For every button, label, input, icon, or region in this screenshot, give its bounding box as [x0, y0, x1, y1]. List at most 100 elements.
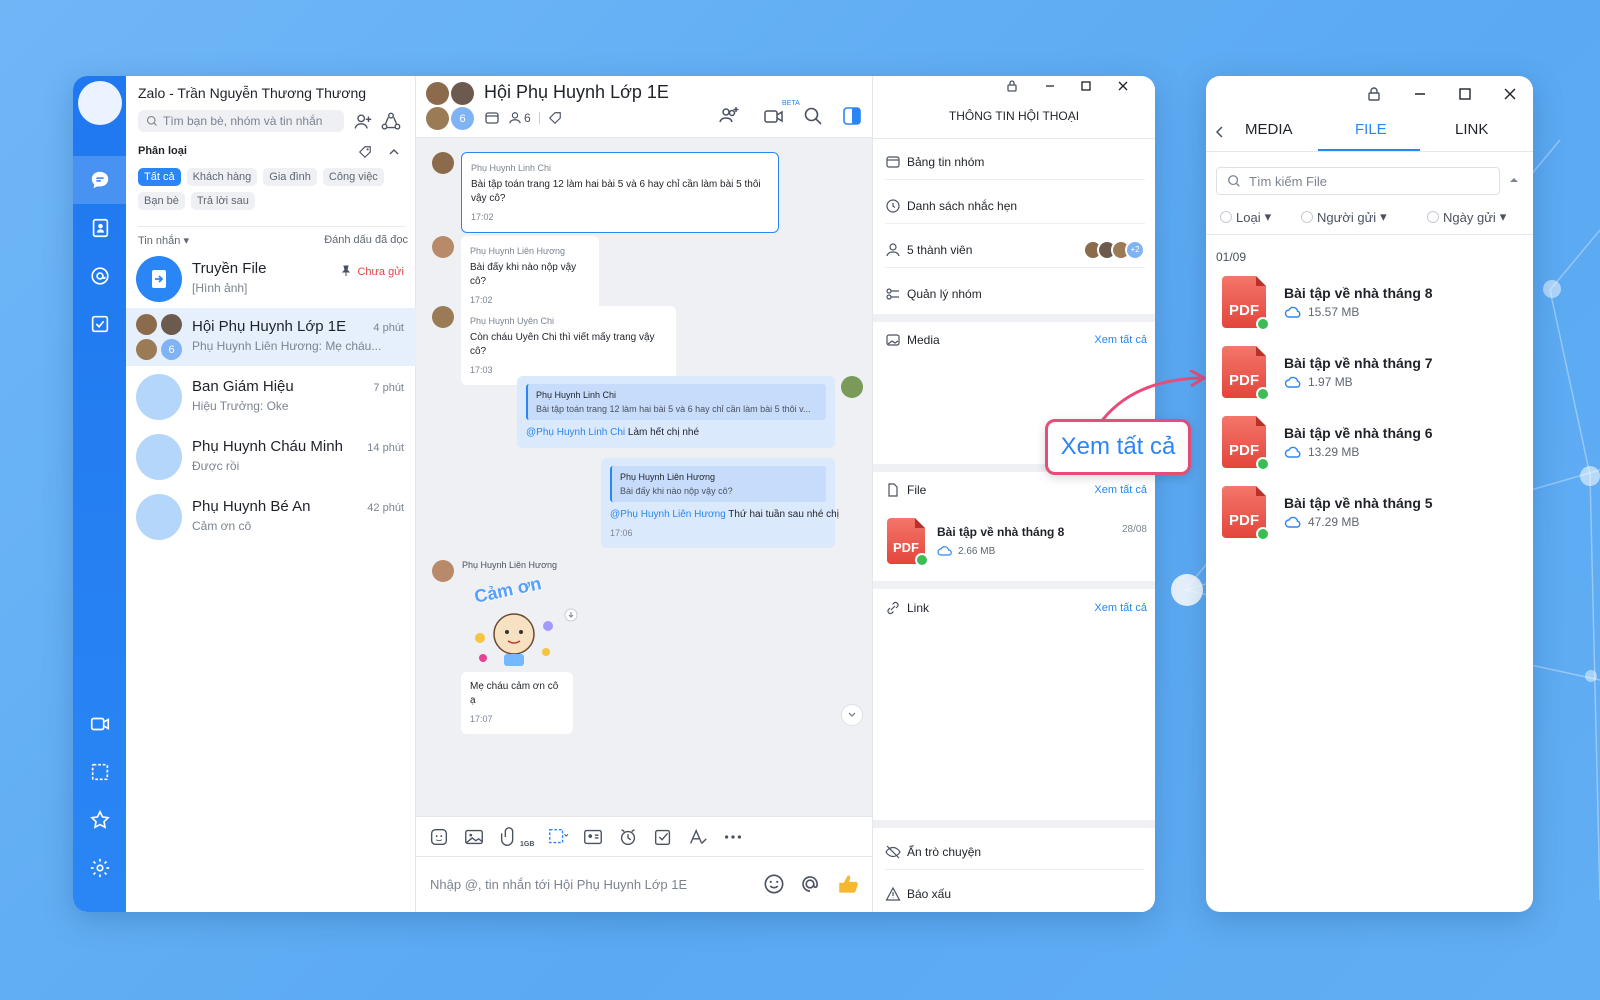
attach-file-button[interactable]: 1GB — [498, 826, 534, 848]
conversation-item-be-an[interactable]: Phụ Huynh Bé An Cảm ơn cô 42 phút — [126, 488, 416, 546]
tab-media[interactable]: MEDIA — [1245, 121, 1293, 138]
app-title: Zalo - Trần Nguyễn Thương Thương — [138, 85, 367, 101]
quoted-message[interactable]: Phụ Huynh Liên Hương Bài đấy khi nào nộp… — [610, 466, 826, 502]
reminder-list-row[interactable]: Danh sách nhắc hẹn — [885, 188, 1145, 224]
group-board-icon[interactable] — [484, 110, 500, 126]
group-management-row[interactable]: Quản lý nhóm — [885, 276, 1145, 312]
message-bubble[interactable]: Phụ Huynh Linh Chi Bài tập toán trang 12… — [461, 152, 779, 233]
text-format-icon[interactable] — [687, 826, 709, 848]
tag-settings-icon[interactable] — [358, 145, 372, 159]
my-reply-bubble[interactable]: Phụ Huynh Linh Chi Bài tập toán trang 12… — [517, 376, 835, 448]
search-input[interactable]: Tìm bạn bè, nhóm và tin nhắn — [138, 110, 344, 132]
sticker-icon[interactable] — [428, 826, 450, 848]
download-icon[interactable] — [564, 608, 578, 622]
file-list-item[interactable]: PDF Bài tập về nhà tháng 6 13.29 MB — [1222, 412, 1522, 472]
link-see-all-link[interactable]: Xem tất cả — [1094, 602, 1147, 614]
tab-link[interactable]: LINK — [1455, 121, 1488, 138]
conversation-item-group-1e[interactable]: 6 Hội Phụ Huynh Lớp 1E Phụ Huynh Liên Hư… — [126, 308, 416, 366]
file-list-item[interactable]: PDF Bài tập về nhà tháng 7 1.97 MB — [1222, 342, 1522, 402]
mention-link[interactable]: @Phụ Huynh Liên Hương — [610, 509, 726, 520]
collapse-up-icon[interactable] — [1508, 174, 1520, 186]
back-chevron-icon[interactable] — [1212, 124, 1228, 140]
messages-filter-dropdown[interactable]: Tin nhắn ▾ — [138, 234, 189, 247]
image-icon[interactable] — [463, 826, 485, 848]
favorites-nav-button[interactable] — [73, 796, 126, 844]
group-avatar[interactable]: 6 — [426, 82, 474, 130]
chip-friends[interactable]: Bạn bè — [138, 192, 185, 210]
mentions-nav-button[interactable] — [73, 252, 126, 300]
hide-chat-row[interactable]: Ẩn trò chuyện — [885, 834, 1145, 870]
toggle-info-panel-icon[interactable] — [840, 104, 864, 128]
close-icon[interactable] — [1500, 84, 1520, 104]
emoji-icon[interactable] — [761, 871, 787, 897]
sender-avatar[interactable] — [432, 236, 454, 258]
tag-icon[interactable] — [548, 111, 562, 125]
maximize-icon[interactable] — [1455, 84, 1475, 104]
lock-icon[interactable] — [1364, 84, 1384, 104]
chat-title: Hội Phụ Huynh Lớp 1E — [484, 82, 669, 102]
chip-customers[interactable]: Khách hàng — [186, 168, 258, 186]
user-avatar[interactable] — [78, 81, 122, 125]
quoted-message[interactable]: Phụ Huynh Linh Chi Bài tập toán trang 12… — [526, 384, 826, 420]
lock-icon[interactable] — [1005, 79, 1019, 93]
settings-nav-button[interactable] — [73, 844, 126, 892]
mention-link[interactable]: @Phụ Huynh Linh Chi — [526, 427, 625, 438]
members-row[interactable]: 5 thành viên +2 — [885, 232, 1145, 268]
downloaded-check-icon — [915, 553, 929, 567]
my-avatar[interactable] — [841, 376, 863, 398]
sender-filter[interactable]: Người gửi ▾ — [1301, 209, 1387, 225]
close-icon[interactable] — [1116, 79, 1130, 93]
message-bubble[interactable]: Phụ Huynh Uyên Chi Còn cháu Uyên Chi thì… — [461, 306, 676, 385]
tab-file[interactable]: FILE — [1355, 121, 1387, 138]
add-member-icon[interactable] — [717, 104, 741, 128]
more-options-icon[interactable] — [722, 826, 744, 848]
create-group-icon[interactable] — [380, 111, 402, 133]
type-filter[interactable]: Loại ▾ — [1220, 209, 1271, 225]
message-bubble[interactable]: Phụ Huynh Liên Hương Bài đấy khi nào nộp… — [461, 236, 599, 315]
report-row[interactable]: Báo xấu — [885, 876, 1145, 912]
mark-read-link[interactable]: Đánh dấu đã đọc — [324, 234, 408, 247]
chip-reply-later[interactable]: Trả lời sau — [190, 192, 255, 210]
message-bubble[interactable]: Mẹ cháu cảm ơn cô ạ 17:07 — [461, 672, 573, 734]
sender-avatar[interactable] — [432, 152, 454, 174]
scroll-down-button[interactable] — [841, 704, 863, 726]
file-search-input[interactable]: Tìm kiếm File — [1216, 167, 1500, 195]
chip-all[interactable]: Tất cả — [138, 168, 181, 186]
file-item[interactable]: PDF Bài tập về nhà tháng 8 2.66 MB 28/08 — [887, 518, 1147, 567]
conversation-item-chau-minh[interactable]: Phụ Huynh Cháu Minh Được rồi 14 phút — [126, 428, 416, 486]
collapse-chevron-icon[interactable] — [388, 146, 400, 158]
video-call-icon[interactable] — [762, 104, 786, 128]
my-reply-bubble[interactable]: Phụ Huynh Liên Hương Bài đấy khi nào nộp… — [601, 458, 839, 548]
conversation-item-file-transfer[interactable]: Truyền File [Hình ảnh] Chưa gửi — [126, 250, 416, 308]
search-icon[interactable] — [801, 104, 825, 128]
chip-family[interactable]: Gia đình — [263, 168, 317, 186]
conversation-item-ban-giam-hieu[interactable]: Ban Giám Hiệu Hiệu Trưởng: Oke 7 phút — [126, 368, 416, 426]
screenshot-icon[interactable] — [547, 826, 569, 848]
date-filter[interactable]: Ngày gửi ▾ — [1427, 209, 1506, 225]
file-see-all-link[interactable]: Xem tất cả — [1094, 484, 1147, 496]
file-list-item[interactable]: PDF Bài tập về nhà tháng 8 15.57 MB — [1222, 272, 1522, 332]
thank-you-sticker[interactable]: Cảm ơn — [468, 573, 560, 670]
minimize-icon[interactable] — [1043, 79, 1057, 93]
message-composer[interactable]: Nhập @, tin nhắn tới Hội Phụ Huynh Lớp 1… — [416, 856, 872, 912]
todo-nav-button[interactable] — [73, 300, 126, 348]
assign-task-icon[interactable] — [652, 826, 674, 848]
add-friend-icon[interactable] — [352, 111, 374, 133]
screenshot-nav-button[interactable] — [73, 748, 126, 796]
messages-nav-button[interactable] — [73, 156, 126, 204]
media-see-all-link[interactable]: Xem tất cả — [1094, 334, 1147, 346]
maximize-icon[interactable] — [1079, 79, 1093, 93]
reminder-clock-icon[interactable] — [617, 826, 639, 848]
sender-avatar[interactable] — [432, 560, 454, 582]
thumbs-up-icon[interactable] — [836, 871, 862, 897]
video-call-nav-button[interactable] — [73, 700, 126, 748]
file-list-item[interactable]: PDF Bài tập về nhà tháng 5 47.29 MB — [1222, 482, 1522, 542]
group-board-row[interactable]: Bảng tin nhóm — [885, 144, 1145, 180]
chip-work[interactable]: Công việc — [322, 168, 384, 186]
minimize-icon[interactable] — [1410, 84, 1430, 104]
contact-card-icon[interactable] — [582, 826, 604, 848]
mention-icon[interactable] — [797, 871, 823, 897]
sender-avatar[interactable] — [432, 306, 454, 328]
contacts-nav-button[interactable] — [73, 204, 126, 252]
member-count[interactable]: 6 — [508, 111, 531, 125]
